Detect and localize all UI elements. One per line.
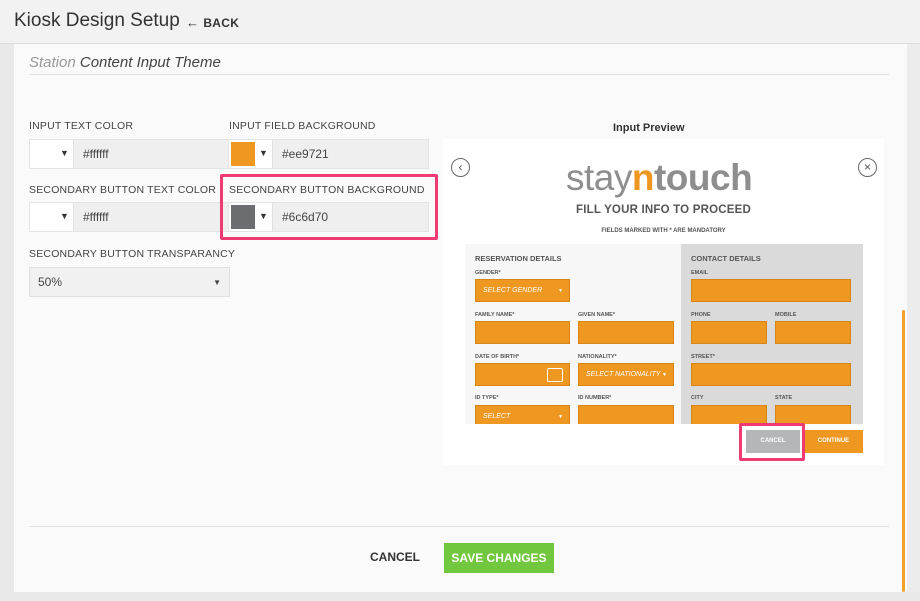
family-name-input[interactable] <box>475 321 570 344</box>
secondary-button-text-color-field: ▼ #ffffff <box>29 202 229 232</box>
logo: stayntouch <box>566 157 753 199</box>
given-name-input[interactable] <box>578 321 674 344</box>
color-value[interactable]: #ffffff <box>83 147 109 161</box>
caret-down-icon: ▼ <box>662 372 667 378</box>
section-title-muted: Station <box>29 54 76 71</box>
date-of-birth-input[interactable] <box>475 363 570 386</box>
preview-form: RESERVATION DETAILS GENDER* SELECT GENDE… <box>465 244 863 424</box>
select-placeholder: SELECT NATIONALITY <box>586 371 661 378</box>
secondary-button-text-color-label: SECONDARY BUTTON TEXT COLOR <box>29 184 217 196</box>
divider <box>29 74 889 75</box>
gender-label: GENDER* <box>475 270 501 276</box>
top-bar: Kiosk Design Setup ← BACK <box>0 0 920 44</box>
preview-continue-button[interactable]: CONTINUE <box>804 430 863 453</box>
select-value: 50% <box>38 275 63 289</box>
color-picker-button[interactable]: ▼ <box>229 140 273 168</box>
color-swatch <box>32 142 56 166</box>
contact-column: CONTACT DETAILS EMAIL PHONE MOBILE STREE… <box>681 244 863 424</box>
mandatory-note: FIELDS MARKED WITH * ARE MANDATORY <box>601 228 726 234</box>
scrollbar-track[interactable] <box>907 44 920 592</box>
input-field-background-label: INPUT FIELD BACKGROUND <box>229 120 376 132</box>
input-text-color-label: INPUT TEXT COLOR <box>29 120 134 132</box>
input-preview: ‹ × stayntouch FILL YOUR INFO TO PROCEED… <box>443 139 884 465</box>
logo-part: stay <box>566 157 632 198</box>
reservation-title: RESERVATION DETAILS <box>475 254 562 263</box>
color-value[interactable]: #ee9721 <box>282 147 329 161</box>
caret-down-icon: ▼ <box>558 414 563 420</box>
color-value[interactable]: #ffffff <box>83 210 109 224</box>
arrow-left-icon: ← <box>186 15 200 30</box>
caret-down-icon: ▼ <box>60 211 69 221</box>
color-swatch <box>32 205 56 229</box>
email-input[interactable] <box>691 279 851 302</box>
divider <box>29 526 889 527</box>
given-name-label: GIVEN NAME* <box>578 312 615 318</box>
state-input[interactable] <box>775 405 851 424</box>
nationality-select[interactable]: SELECT NATIONALITY ▼ <box>578 363 674 386</box>
preview-heading: FILL YOUR INFO TO PROCEED <box>576 204 751 216</box>
id-type-label: ID TYPE* <box>475 395 499 401</box>
contact-title: CONTACT DETAILS <box>691 254 761 263</box>
state-label: STATE <box>775 395 793 401</box>
id-number-label: ID NUMBER* <box>578 395 612 401</box>
page-title: Kiosk Design Setup <box>14 10 180 31</box>
date-of-birth-label: DATE OF BIRTH* <box>475 354 520 360</box>
street-label: STREET* <box>691 354 715 360</box>
caret-down-icon: ▼ <box>558 288 563 294</box>
section-title: Station Content Input Theme <box>29 54 221 71</box>
caret-down-icon: ▼ <box>213 278 221 287</box>
color-picker-button[interactable]: ▼ <box>30 140 74 168</box>
phone-input[interactable] <box>691 321 767 344</box>
preview-title: Input Preview <box>613 122 685 134</box>
caret-down-icon: ▼ <box>259 148 268 158</box>
save-changes-button[interactable]: SAVE CHANGES <box>444 543 554 573</box>
city-input[interactable] <box>691 405 767 424</box>
nationality-label: NATIONALITY* <box>578 354 617 360</box>
highlight-box <box>220 174 438 240</box>
back-label: BACK <box>203 16 240 30</box>
mobile-input[interactable] <box>775 321 851 344</box>
email-label: EMAIL <box>691 270 709 276</box>
calendar-icon[interactable] <box>547 368 563 382</box>
close-icon[interactable]: × <box>858 158 877 177</box>
chevron-left-icon[interactable]: ‹ <box>451 158 470 177</box>
section-title-main: Content Input Theme <box>79 54 221 71</box>
logo-part: n <box>631 157 655 198</box>
highlight-box <box>739 423 805 461</box>
back-button[interactable]: ← BACK <box>186 15 239 30</box>
cancel-button[interactable]: CANCEL <box>370 550 420 564</box>
street-input[interactable] <box>691 363 851 386</box>
family-name-label: FAMILY NAME* <box>475 312 515 318</box>
input-text-color-field: ▼ #ffffff <box>29 139 229 169</box>
secondary-button-transparency-label: SECONDARY BUTTON TRANSPARANCY <box>29 248 236 260</box>
id-type-select[interactable]: SELECT ▼ <box>475 405 570 424</box>
id-number-input[interactable] <box>578 405 674 424</box>
reservation-column: RESERVATION DETAILS GENDER* SELECT GENDE… <box>465 244 681 424</box>
gender-select[interactable]: SELECT GENDER ▼ <box>475 279 570 302</box>
color-swatch <box>231 142 255 166</box>
input-field-background-field: ▼ #ee9721 <box>228 139 429 169</box>
mobile-label: MOBILE <box>775 312 797 318</box>
logo-part: touch <box>653 157 753 198</box>
city-label: CITY <box>691 395 704 401</box>
color-picker-button[interactable]: ▼ <box>30 203 74 231</box>
caret-down-icon: ▼ <box>60 148 69 158</box>
settings-panel: Station Content Input Theme INPUT TEXT C… <box>14 44 907 592</box>
select-placeholder: SELECT <box>483 413 511 420</box>
phone-label: PHONE <box>691 312 711 318</box>
scrollbar-thumb[interactable] <box>902 310 905 592</box>
select-placeholder: SELECT GENDER <box>483 287 543 294</box>
transparency-select[interactable]: 50% ▼ <box>29 267 230 297</box>
